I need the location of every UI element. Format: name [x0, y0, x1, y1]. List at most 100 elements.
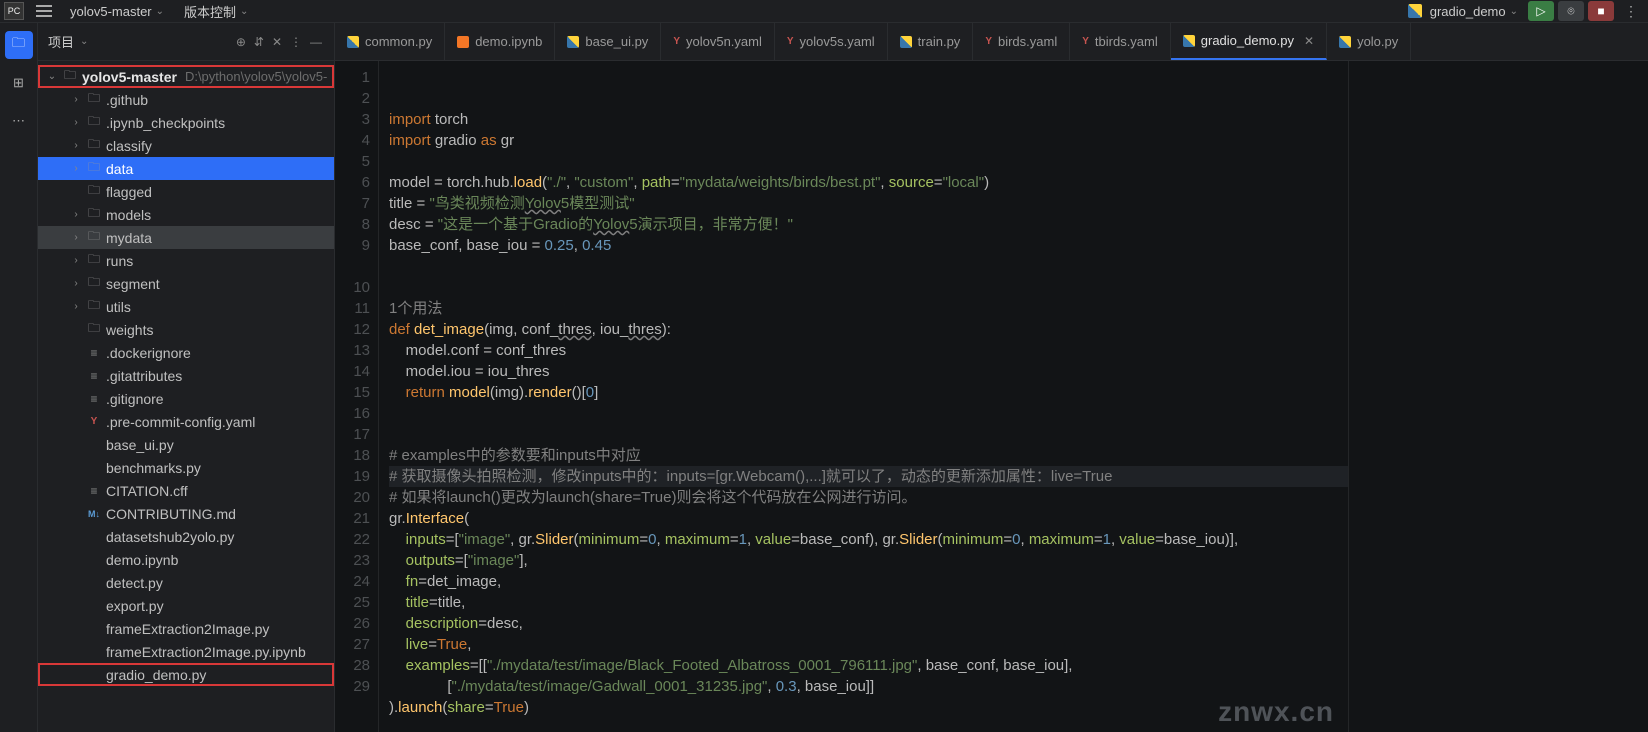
chevron-icon[interactable]: › [70, 278, 82, 289]
expand-icon[interactable]: ⇵ [252, 33, 266, 51]
tree-item[interactable]: ›🗀segment [38, 272, 334, 295]
code-line[interactable]: def det_image(img, conf_thres, iou_thres… [389, 319, 1348, 340]
code-line[interactable]: ).launch(share=True) [389, 697, 1348, 718]
tree-item[interactable]: ›🗀.ipynb_checkpoints [38, 111, 334, 134]
editor-tab[interactable]: common.py [335, 23, 445, 60]
locate-icon[interactable]: ⊕ [234, 33, 248, 51]
tree-item[interactable]: benchmarks.py [38, 456, 334, 479]
tree-item[interactable]: gradio_demo.py [38, 663, 334, 686]
code-line[interactable]: import torch [389, 109, 1348, 130]
code-line[interactable]: inputs=["image", gr.Slider(minimum=0, ma… [389, 529, 1348, 550]
chevron-icon[interactable]: › [70, 255, 82, 266]
code-line[interactable]: examples=[["./mydata/test/image/Black_Fo… [389, 655, 1348, 676]
code-line[interactable]: # 如果将launch()更改为launch(share=True)则会将这个代… [389, 487, 1348, 508]
tree-item[interactable]: 🗀flagged [38, 180, 334, 203]
more-tool-icon[interactable]: ⋯ [5, 107, 33, 135]
project-tree[interactable]: ⌄ 🗀 yolov5-master D:\python\yolov5\yolov… [38, 61, 334, 732]
code-line[interactable]: gr.Interface( [389, 508, 1348, 529]
chevron-icon[interactable]: › [70, 209, 82, 220]
tree-item[interactable]: ›🗀utils [38, 295, 334, 318]
tab-label: yolov5n.yaml [686, 34, 762, 49]
code-line[interactable]: live=True, [389, 634, 1348, 655]
chevron-icon[interactable]: › [70, 301, 82, 312]
editor-tab[interactable]: train.py [888, 23, 974, 60]
editor-tab[interactable]: gradio_demo.py✕ [1171, 23, 1327, 60]
editor-tab[interactable]: Yyolov5n.yaml [661, 23, 775, 60]
code-line[interactable]: title = "鸟类视频检测Yolov5模型测试" [389, 193, 1348, 214]
tree-item[interactable]: export.py [38, 594, 334, 617]
run-button[interactable]: ▷ [1528, 1, 1554, 21]
code-line[interactable]: import gradio as gr [389, 130, 1348, 151]
code-line[interactable]: 1个用法 [389, 298, 1348, 319]
chevron-icon[interactable]: › [70, 117, 82, 128]
tree-item[interactable]: base_ui.py [38, 433, 334, 456]
tree-item[interactable]: ›🗀mydata [38, 226, 334, 249]
hamburger-menu[interactable] [32, 2, 56, 20]
minimize-icon[interactable]: — [308, 33, 324, 51]
tree-item[interactable]: ›🗀.github [38, 88, 334, 111]
tree-item[interactable]: M↓CONTRIBUTING.md [38, 502, 334, 525]
code-line[interactable]: model = torch.hub.load("./", "custom", p… [389, 172, 1348, 193]
code-line[interactable]: return model(img).render()[0] [389, 382, 1348, 403]
editor-tab[interactable]: base_ui.py [555, 23, 661, 60]
code-line[interactable]: fn=det_image, [389, 571, 1348, 592]
tree-label: detect.py [106, 575, 163, 591]
code-line[interactable]: base_conf, base_iou = 0.25, 0.45 [389, 235, 1348, 256]
code-line[interactable] [389, 277, 1348, 298]
tree-item[interactable]: Y.pre-commit-config.yaml [38, 410, 334, 433]
editor-tab[interactable]: demo.ipynb [445, 23, 555, 60]
code-line[interactable] [389, 256, 1348, 277]
code-line[interactable] [389, 718, 1348, 732]
options-icon[interactable]: ⋮ [288, 33, 304, 51]
more-actions-button[interactable]: ⋮ [1618, 3, 1644, 20]
tree-item[interactable]: 🗀weights [38, 318, 334, 341]
structure-tool-icon[interactable]: ⊞ [5, 69, 33, 97]
code-line[interactable]: ["./mydata/test/image/Gadwall_0001_31235… [389, 676, 1348, 697]
stop-button[interactable]: ■ [1588, 1, 1614, 21]
tree-item[interactable]: ≡CITATION.cff [38, 479, 334, 502]
project-tool-icon[interactable]: 🗀 [5, 31, 33, 59]
debug-button[interactable]: ⌾ [1558, 1, 1584, 21]
tree-item[interactable]: datasetshub2yolo.py [38, 525, 334, 548]
chevron-icon[interactable]: › [70, 163, 82, 174]
code-line[interactable]: # 获取摄像头拍照检测，修改inputs中的：inputs=[gr.Webcam… [389, 466, 1348, 487]
tree-item[interactable]: ≡.gitignore [38, 387, 334, 410]
tree-root[interactable]: ⌄ 🗀 yolov5-master D:\python\yolov5\yolov… [38, 65, 334, 88]
code-area[interactable]: 1234567891011121314151617181920212223242… [335, 61, 1648, 732]
code-line[interactable]: model.iou = iou_thres [389, 361, 1348, 382]
tree-item[interactable]: ≡.gitattributes [38, 364, 334, 387]
code-line[interactable]: model.conf = conf_thres [389, 340, 1348, 361]
code-line[interactable] [389, 151, 1348, 172]
tree-item[interactable]: demo.ipynb [38, 548, 334, 571]
tree-item[interactable]: ›🗀models [38, 203, 334, 226]
close-icon[interactable]: ✕ [1304, 34, 1314, 48]
collapse-icon[interactable]: ✕ [270, 33, 284, 51]
tree-item[interactable]: ›🗀data [38, 157, 334, 180]
editor-tab[interactable]: Ybirds.yaml [973, 23, 1070, 60]
chevron-down-icon[interactable]: ⌄ [46, 71, 58, 82]
tree-item[interactable]: ≡.dockerignore [38, 341, 334, 364]
project-dropdown[interactable]: yolov5-master ⌄ [64, 4, 170, 19]
chevron-down-icon[interactable]: ⌄ [80, 36, 88, 47]
code-line[interactable]: description=desc, [389, 613, 1348, 634]
code-line[interactable]: # examples中的参数要和inputs中对应 [389, 445, 1348, 466]
tree-item[interactable]: frameExtraction2Image.py [38, 617, 334, 640]
tree-item[interactable]: frameExtraction2Image.py.ipynb [38, 640, 334, 663]
tree-item[interactable]: ›🗀classify [38, 134, 334, 157]
chevron-icon[interactable]: › [70, 94, 82, 105]
editor-tab[interactable]: Ytbirds.yaml [1070, 23, 1171, 60]
editor-tab[interactable]: Yyolov5s.yaml [775, 23, 888, 60]
vcs-dropdown[interactable]: 版本控制 ⌄ [178, 2, 254, 21]
code-line[interactable]: desc = "这是一个基于Gradio的Yolov5演示项目，非常方便！" [389, 214, 1348, 235]
code-line[interactable] [389, 424, 1348, 445]
run-config-dropdown[interactable]: gradio_demo ⌄ [1402, 4, 1524, 19]
chevron-icon[interactable]: › [70, 140, 82, 151]
chevron-icon[interactable]: › [70, 232, 82, 243]
tree-item[interactable]: ›🗀runs [38, 249, 334, 272]
code-line[interactable] [389, 403, 1348, 424]
code-content[interactable]: import torchimport gradio as gr model = … [379, 61, 1348, 732]
code-line[interactable]: title=title, [389, 592, 1348, 613]
code-line[interactable]: outputs=["image"], [389, 550, 1348, 571]
editor-tab[interactable]: yolo.py [1327, 23, 1411, 60]
tree-item[interactable]: detect.py [38, 571, 334, 594]
